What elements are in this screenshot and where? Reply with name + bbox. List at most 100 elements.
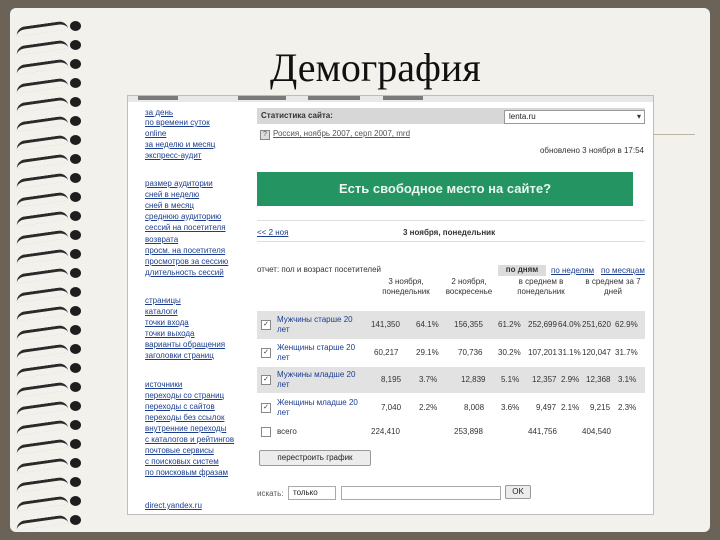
row-label: Мужчины старше 20 лет [277,315,353,334]
spiral-wire [15,400,69,417]
left-nav-link[interactable]: длительность сессий [145,268,224,277]
spiral-ring [14,379,98,398]
spiral-hole [70,287,81,297]
spiral-ring [14,474,98,493]
spiral-wire [15,495,69,512]
column-header: в среднем в понедельник [517,277,565,296]
left-nav-link[interactable]: размер аудитории [145,179,213,188]
spiral-hole [70,211,81,221]
spiral-hole [70,116,81,126]
spiral-ring [14,94,98,113]
left-nav-link[interactable]: за день [145,108,173,117]
filter-select[interactable]: только [288,486,336,500]
spiral-hole [70,382,81,392]
spiral-ring [14,18,98,37]
spiral-hole [70,420,81,430]
left-nav-link[interactable]: среднюю аудиторию [145,212,221,221]
spiral-wire [15,286,69,303]
spiral-hole [70,496,81,506]
spiral-ring [14,246,98,265]
spiral-ring [14,455,98,474]
left-nav-link[interactable]: сней в неделю [145,190,199,199]
row-checkbox[interactable]: ✓ [261,320,271,330]
search-input[interactable] [341,486,501,500]
left-nav-link[interactable]: с каталогов и рейтингов [145,435,234,444]
left-nav-link[interactable]: источники [145,380,182,389]
left-nav-link[interactable]: online [145,129,166,138]
row-checkbox[interactable]: ✓ [261,348,271,358]
site-select[interactable]: lenta.ru ▾ [504,110,645,124]
promo-banner-text: Есть свободное место на сайте? [338,181,552,196]
help-icon[interactable]: ? [260,130,270,140]
spiral-ring [14,341,98,360]
left-nav-link[interactable]: просм. на посетителя [145,246,225,255]
spiral-hole [70,135,81,145]
cell-value: 8,195 [381,375,402,384]
total-checkbox[interactable] [261,427,271,437]
left-nav-link[interactable]: точки входа [145,318,189,327]
spiral-wire [15,381,69,398]
spiral-wire [15,115,69,132]
stats-screenshot: за день по времени суток online за неделю и… [127,95,654,515]
promo-banner[interactable]: Есть свободное место на сайте? [257,172,633,206]
spiral-ring [14,284,98,303]
left-nav-link[interactable]: переходы со страниц [145,391,224,400]
cell-percent: 61.2% [498,320,521,329]
rebuild-chart-button[interactable]: перестроить график [259,450,371,466]
left-nav-link[interactable]: сессий на посетителя [145,223,226,232]
spiral-ring [14,208,98,227]
report-label: отчет: пол и возраст посетителей [257,265,381,274]
left-nav-link[interactable]: просмотров за сессию [145,257,228,266]
table-row: ✓ Женщины старше 20 лет 60,217 29.1% 70,… [257,339,645,367]
left-nav-link[interactable]: заголовки страниц [145,351,214,360]
left-nav-link[interactable]: переходы с сайтов [145,402,215,411]
left-nav-link[interactable]: direct.yandex.ru [145,501,202,510]
cell-percent: 3.6% [501,403,520,412]
spiral-hole [70,477,81,487]
row-label: всего [277,427,297,436]
tab-by-month[interactable]: по месяцам [601,266,645,275]
spiral-wire [15,229,69,246]
cell-value: 12,357 [532,375,557,384]
left-nav-link[interactable]: страницы [145,296,181,305]
ok-button[interactable]: OK [505,485,531,499]
spiral-wire [15,362,69,379]
left-nav-link[interactable]: почтовые сервисы [145,446,214,455]
cell-value: 251,620 [582,320,611,329]
prev-day-link[interactable]: << 2 ноя [257,228,288,237]
tab-by-week[interactable]: по неделям [551,266,594,275]
spiral-ring [14,75,98,94]
left-nav-link[interactable]: возврата [145,235,178,244]
cell-percent: 31.1% [558,348,581,357]
chevron-down-icon: ▾ [636,112,641,121]
row-label: Женщины младше 20 лет [277,398,358,417]
left-nav-link[interactable]: точки выхода [145,329,195,338]
cell-percent: 31.7% [615,348,638,357]
row-checkbox[interactable]: ✓ [261,403,271,413]
left-nav-link[interactable]: переходы без ссылок [145,413,224,422]
left-nav-link[interactable]: за неделю и месяц [145,140,215,149]
left-nav-link[interactable]: каталоги [145,307,178,316]
spiral-wire [15,457,69,474]
spiral-wire [15,419,69,436]
spiral-hole [70,230,81,240]
left-nav-link[interactable]: экспресс-аудит [145,151,201,160]
row-checkbox[interactable]: ✓ [261,375,271,385]
left-nav-link[interactable]: по поисковым фразам [145,468,228,477]
spiral-hole [70,268,81,278]
tab-by-day[interactable]: по дням [498,265,546,276]
spiral-wire [15,476,69,493]
left-nav-link[interactable]: с поисковых систем [145,457,219,466]
spiral-ring [14,303,98,322]
search-label: искать: [257,489,284,498]
spiral-hole [70,21,81,31]
left-nav-link[interactable]: по времени суток [145,118,210,127]
cell-value: 441,756 [528,427,557,436]
left-nav-link[interactable]: варианты обращения [145,340,225,349]
spiral-hole [70,154,81,164]
left-nav-link[interactable]: сней в месяц [145,201,194,210]
spiral-hole [70,515,81,525]
left-nav-link[interactable]: внутренние переходы [145,424,226,433]
breadcrumb-text[interactable]: Россия, ноябрь 2007, серп 2007, mrd [273,129,410,138]
spiral-wire [15,172,69,189]
